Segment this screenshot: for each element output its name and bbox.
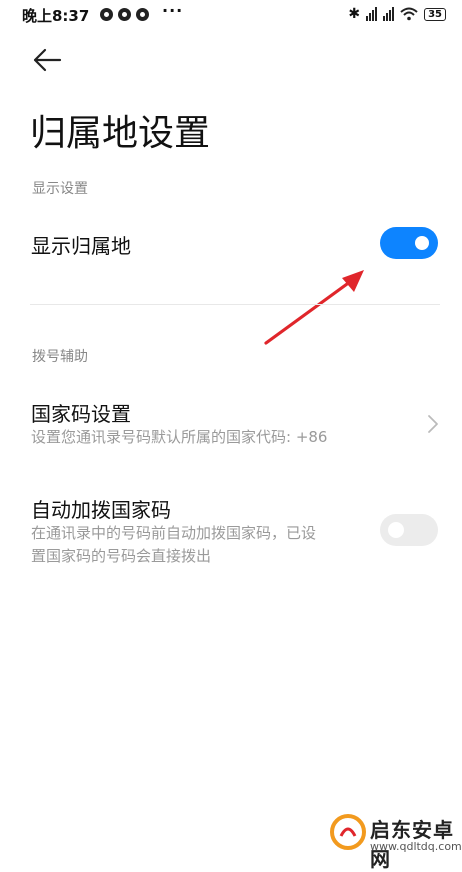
auto-country-code-subtitle-line2: 置国家码的号码会直接拨出	[31, 547, 212, 565]
country-code-title: 国家码设置	[31, 402, 131, 426]
notification-app-icon	[100, 8, 113, 21]
wifi-icon	[400, 7, 418, 21]
auto-country-code-title: 自动加拨国家码	[31, 498, 171, 522]
battery-icon: 35	[424, 7, 446, 21]
back-arrow-icon[interactable]	[32, 46, 62, 74]
watermark-url: www.qdltdq.com	[370, 840, 462, 853]
section-divider	[30, 304, 440, 305]
signal-icon	[366, 7, 378, 21]
section-header-display: 显示设置	[32, 181, 88, 197]
notification-app-icon	[118, 8, 131, 21]
page-title: 归属地设置	[30, 113, 211, 154]
show-location-toggle[interactable]	[380, 227, 438, 259]
chevron-right-icon	[428, 415, 438, 433]
status-time: 晚上8:37	[22, 7, 90, 25]
auto-country-code-toggle[interactable]	[380, 514, 438, 546]
watermark: 启东安卓网 www.qdltdq.com	[330, 800, 462, 871]
section-header-dial-assist: 拨号辅助	[32, 349, 88, 365]
status-indicators: ✱ 35	[348, 6, 446, 22]
watermark-logo-icon	[330, 814, 366, 850]
notification-app-icon	[136, 8, 149, 21]
annotation-arrow-icon	[264, 270, 364, 345]
country-code-subtitle: 设置您通讯录号码默认所属的国家代码: +86	[31, 428, 328, 446]
show-location-label: 显示归属地	[31, 234, 131, 258]
more-notifications-icon: ···	[162, 1, 184, 20]
bluetooth-icon: ✱	[348, 6, 361, 22]
auto-country-code-subtitle-line1: 在通讯录中的号码前自动加拨国家码，已设	[31, 524, 317, 542]
toggle-knob	[415, 236, 429, 250]
signal-icon	[383, 7, 395, 21]
status-bar: 晚上8:37 ··· ✱ 35	[0, 0, 462, 30]
toggle-knob	[388, 522, 404, 538]
